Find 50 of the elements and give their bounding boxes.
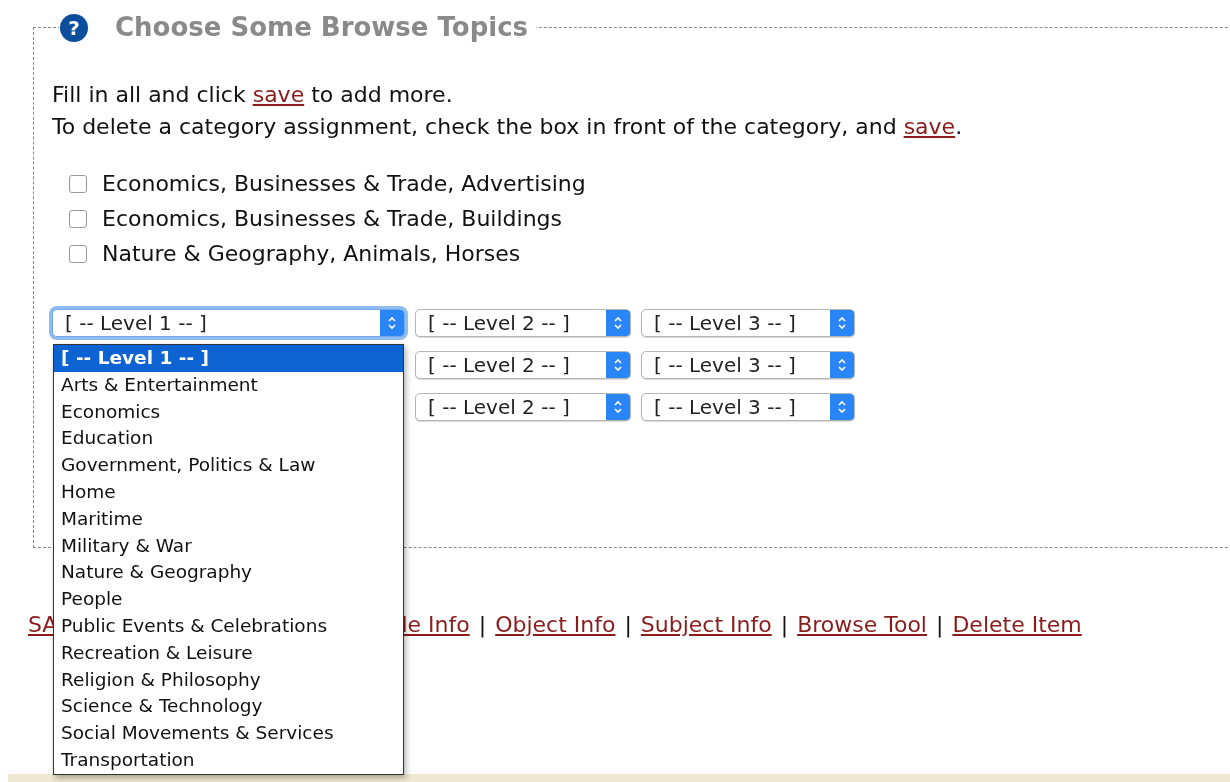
- dropdown-option[interactable]: Government, Politics & Law: [54, 452, 403, 479]
- select-field[interactable]: [ -- Level 2 -- ]: [415, 351, 631, 379]
- dropdown-option[interactable]: Recreation & Leisure: [54, 639, 403, 667]
- dropdown-option[interactable]: Transportation: [54, 746, 403, 774]
- help-icon[interactable]: ?: [59, 12, 89, 43]
- dropdown-option[interactable]: Maritime: [54, 505, 403, 533]
- checkbox[interactable]: [69, 210, 87, 228]
- select-field[interactable]: [ -- Level 3 -- ]: [641, 309, 855, 337]
- dropdown-option[interactable]: Arts & Entertainment: [54, 371, 403, 399]
- footer-link[interactable]: Object Info: [495, 608, 616, 641]
- select-field[interactable]: [ -- Level 2 -- ]: [415, 393, 631, 421]
- save-link[interactable]: save: [903, 114, 956, 139]
- dropdown-option[interactable]: Social Movements & Services: [54, 720, 403, 747]
- chevron-icon: [837, 399, 847, 415]
- chevron-icon: [837, 357, 847, 373]
- instruction-text: Fill in all and click save to add more.: [52, 81, 454, 109]
- chevron-icon: [387, 315, 397, 331]
- checkbox[interactable]: [69, 245, 87, 263]
- category-label: Economics, Businesses & Trade, Buildings: [102, 206, 563, 232]
- dropdown-option[interactable]: People: [54, 586, 403, 613]
- dropdown-option[interactable]: Military & War: [54, 532, 403, 560]
- dropdown-option[interactable]: Public Events & Celebrations: [54, 612, 403, 640]
- section-title: Choose Some Browse Topics: [115, 11, 529, 44]
- chevron-icon: [613, 357, 623, 373]
- chevron-icon: [613, 315, 623, 331]
- select-field[interactable]: [ -- Level 3 -- ]: [641, 393, 855, 421]
- category-label: Nature & Geography, Animals, Horses: [102, 241, 521, 267]
- checkbox[interactable]: [69, 175, 87, 193]
- link-separator: |: [936, 611, 944, 640]
- dropdown-option[interactable]: [ -- Level 1 -- ]: [54, 345, 403, 372]
- select-field[interactable]: [ -- Level 2 -- ]: [415, 309, 631, 337]
- footer-link[interactable]: Subject Info: [640, 608, 772, 641]
- save-link[interactable]: save: [252, 82, 305, 107]
- dropdown-option[interactable]: Education: [54, 425, 403, 453]
- link-separator: |: [780, 611, 789, 640]
- dropdown-option[interactable]: Economics: [54, 398, 403, 426]
- dropdown-option[interactable]: Religion & Philosophy: [54, 666, 403, 694]
- chevron-icon: [613, 399, 623, 415]
- footer-link[interactable]: Delete Item: [952, 608, 1082, 641]
- category-label: Economics, Businesses & Trade, Advertising: [102, 171, 586, 197]
- dropdown-option[interactable]: Nature & Geography: [54, 559, 403, 587]
- link-separator: |: [624, 611, 632, 640]
- chevron-icon: [837, 315, 847, 331]
- instruction-text: To delete a category assignment, check the box in front of the category, and save.: [52, 113, 964, 141]
- select-field[interactable]: [ -- Level 1 -- ]: [52, 309, 405, 337]
- link-separator: |: [478, 611, 487, 640]
- footer-link[interactable]: Browse Tool: [797, 608, 927, 641]
- select-field[interactable]: [ -- Level 3 -- ]: [641, 351, 855, 379]
- dropdown-option[interactable]: Science & Technology: [54, 693, 403, 721]
- dropdown-option[interactable]: Home: [54, 479, 403, 506]
